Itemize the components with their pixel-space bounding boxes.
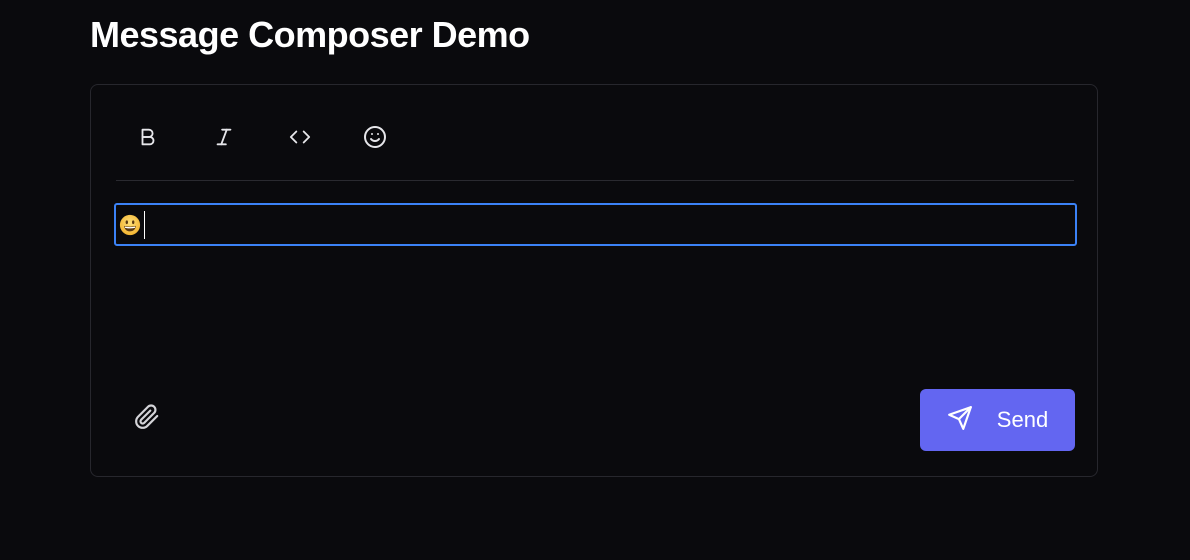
formatting-toolbar: [116, 111, 1074, 181]
paperclip-icon: [134, 403, 160, 435]
emoji-button[interactable]: [353, 115, 397, 159]
code-button[interactable]: [278, 115, 322, 159]
message-input[interactable]: [114, 203, 1077, 246]
bold-icon: [137, 126, 159, 148]
message-composer: Send: [90, 84, 1098, 477]
attach-button[interactable]: [129, 401, 165, 437]
paper-plane-icon: [947, 405, 973, 436]
smiley-icon: [363, 125, 387, 149]
send-label: Send: [996, 407, 1049, 432]
grinning-emoji: [119, 214, 141, 236]
italic-button[interactable]: [202, 115, 246, 159]
bold-button[interactable]: [126, 115, 170, 159]
text-cursor: [144, 210, 145, 239]
code-icon: [288, 126, 312, 148]
send-button[interactable]: Send: [920, 389, 1075, 451]
italic-icon: [213, 126, 235, 148]
page-title: Message Composer Demo: [90, 14, 530, 55]
